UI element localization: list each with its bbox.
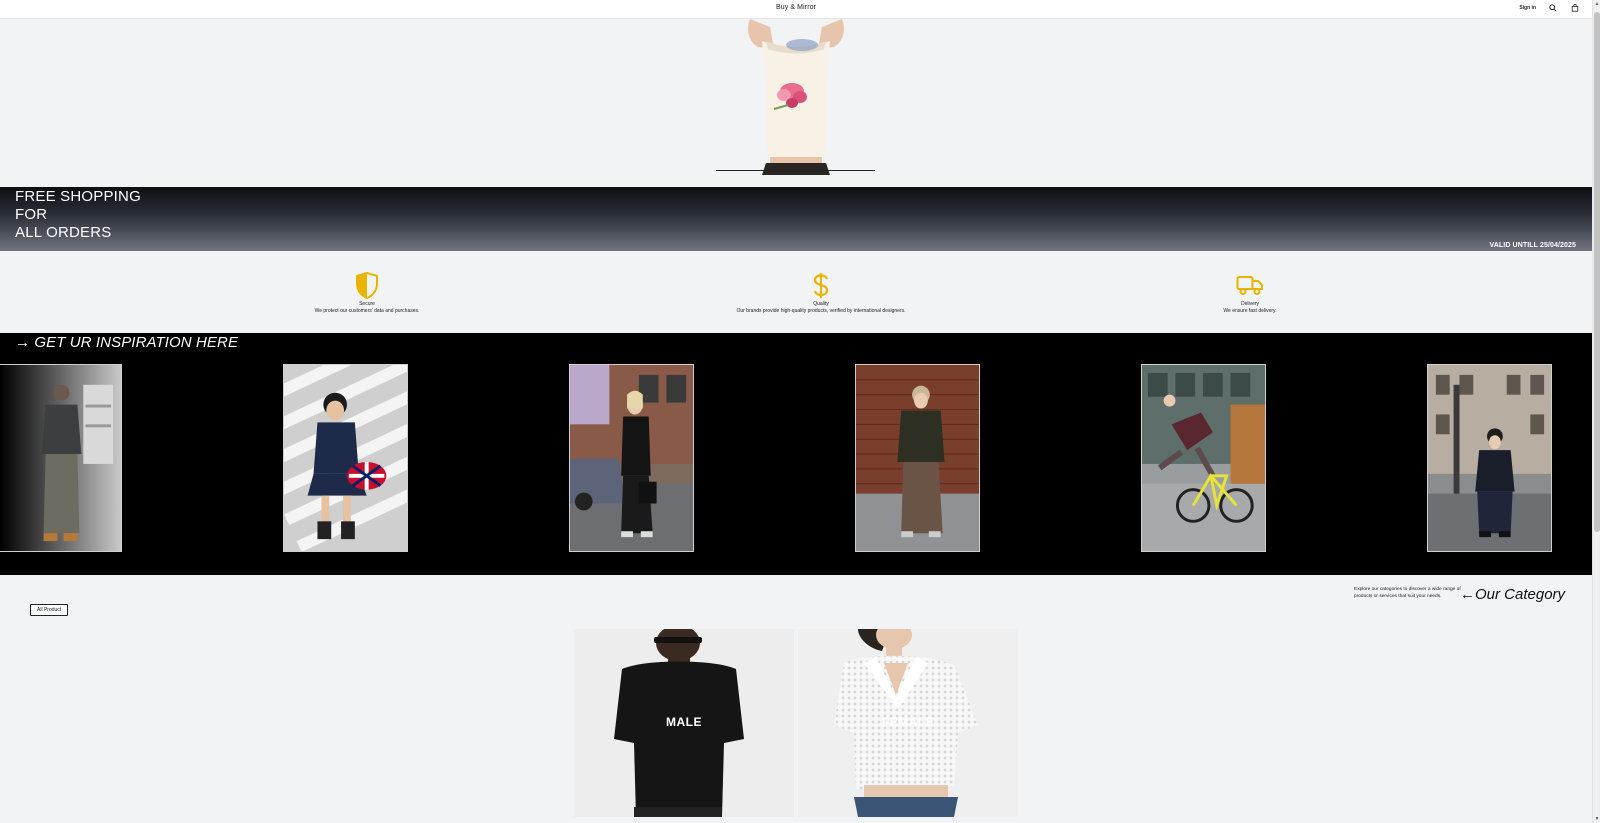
category-heading: ←Our Category xyxy=(1460,586,1566,603)
hero-underline xyxy=(716,170,875,171)
category-label: MALE xyxy=(666,715,702,729)
category-label: FEMALE xyxy=(881,715,935,729)
hero-model-image xyxy=(744,19,848,175)
feature-desc: We ensure fast delivery. xyxy=(1223,308,1277,314)
brand-logo[interactable]: Buy & Mirror xyxy=(0,4,1592,11)
nav-actions: Sign in xyxy=(1519,3,1580,13)
inspiration-photo[interactable] xyxy=(283,364,408,552)
page-scrollbar[interactable]: ▲ ▼ xyxy=(1592,0,1600,823)
inspiration-section: → GET UR INSPIRATION HERE xyxy=(0,333,1592,575)
truck-icon xyxy=(1200,271,1300,299)
inspiration-photo[interactable] xyxy=(1427,364,1552,552)
scroll-down-arrow-icon[interactable]: ▼ xyxy=(1594,816,1600,822)
inspiration-photo[interactable] xyxy=(855,364,980,552)
feature-delivery: Delivery We ensure fast delivery. xyxy=(1200,271,1300,314)
feature-desc: We protect our customers' data and purch… xyxy=(314,308,420,314)
promo-line-2: FOR xyxy=(15,206,48,223)
inspiration-photo[interactable] xyxy=(569,364,694,552)
feature-quality: Quality Our brands provide high-quality … xyxy=(706,271,936,314)
promo-line-3: ALL ORDERS xyxy=(15,224,112,241)
inspiration-photo[interactable] xyxy=(1141,364,1266,552)
page: Buy & Mirror Sign in FREE SHOPPING FOR A… xyxy=(0,0,1600,823)
promo-validity: VALID UNTILL 25/04/2025 xyxy=(1489,242,1576,249)
account-link[interactable]: Sign in xyxy=(1519,5,1536,11)
feature-secure: Secure We protect our customers' data an… xyxy=(300,271,434,314)
feature-title: Delivery xyxy=(1240,301,1260,307)
dollar-icon xyxy=(706,271,936,299)
top-nav: Buy & Mirror Sign in xyxy=(0,0,1592,19)
feature-title: Quality xyxy=(813,301,829,307)
category-description: Explore our categories to discover a wid… xyxy=(1354,587,1461,599)
shield-icon xyxy=(300,271,434,299)
category-card-female[interactable]: FEMALE xyxy=(798,629,1018,817)
category-card-male[interactable]: MALE xyxy=(574,629,794,817)
promo-banner: FREE SHOPPING FOR ALL ORDERS VALID UNTIL… xyxy=(0,187,1592,251)
hero xyxy=(0,19,1592,187)
inspiration-title: → GET UR INSPIRATION HERE xyxy=(15,334,239,351)
all-product-button[interactable]: All Product xyxy=(30,604,69,616)
feature-desc: Our brands provide high-quality products… xyxy=(736,308,906,314)
inspiration-photo[interactable] xyxy=(0,364,122,552)
search-icon[interactable] xyxy=(1548,3,1558,13)
features-row: Secure We protect our customers' data an… xyxy=(0,251,1592,333)
scroll-up-arrow-icon[interactable]: ▲ xyxy=(1594,1,1600,7)
promo-title: FREE SHOPPING FOR ALL ORDERS xyxy=(15,188,141,242)
scroll-thumb[interactable] xyxy=(1594,12,1600,532)
feature-title: Secure xyxy=(359,301,375,307)
cart-icon[interactable] xyxy=(1570,3,1580,13)
promo-line-1: FREE SHOPPING xyxy=(15,188,141,205)
category-section: All Product Explore our categories to di… xyxy=(0,575,1592,823)
